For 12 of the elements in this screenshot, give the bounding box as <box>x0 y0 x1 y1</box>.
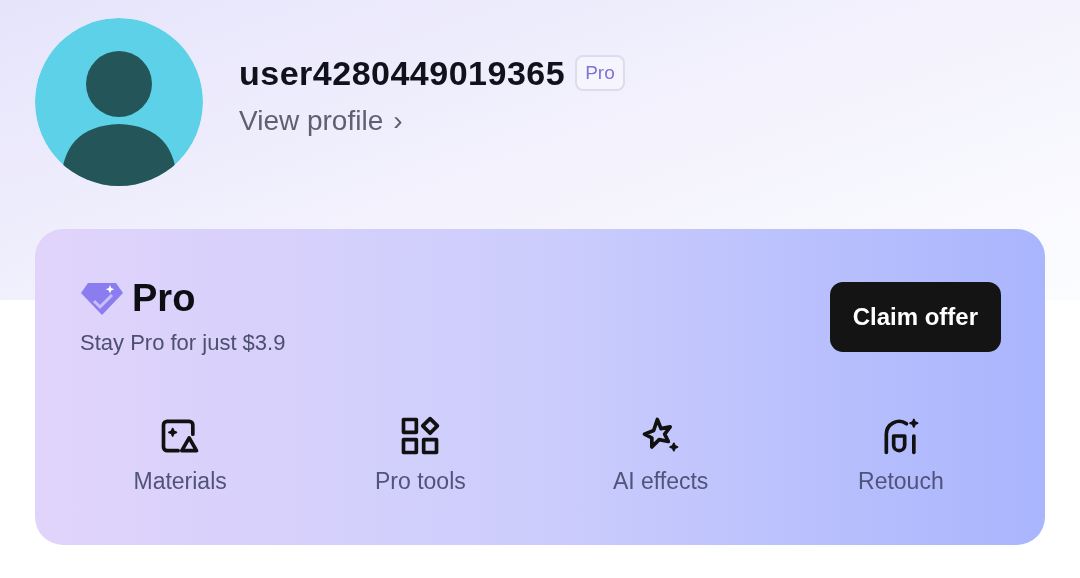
pro-title: Pro <box>132 277 196 320</box>
offer-subtitle: Stay Pro for just $3.9 <box>80 330 286 356</box>
feature-label[interactable]: Pro tools <box>375 468 466 495</box>
diamond-icon <box>80 280 124 317</box>
username: user4280449019365 <box>239 53 566 93</box>
pro-badge: Pro <box>575 55 625 91</box>
claim-offer-button[interactable]: Claim offer <box>829 282 1001 352</box>
feature-label[interactable]: Retouch <box>858 468 944 495</box>
view-profile-link[interactable]: View profile › <box>239 104 625 137</box>
feature-label[interactable]: AI effects <box>612 468 709 495</box>
feature-label[interactable]: Materials <box>133 468 227 495</box>
avatar[interactable] <box>35 18 203 186</box>
